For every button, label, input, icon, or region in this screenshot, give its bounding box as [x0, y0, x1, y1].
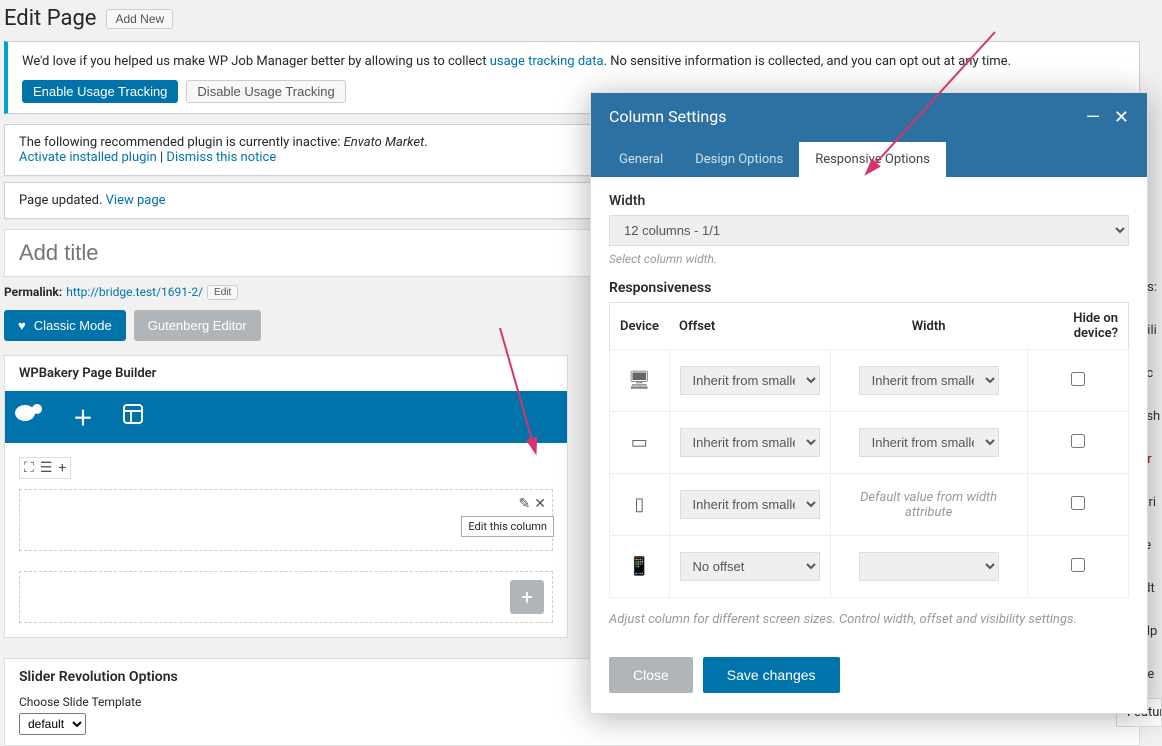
notice-text-prefix: We'd love if you helped us make WP Job M… [22, 54, 490, 69]
responsive-row-tablet-portrait: ▯ Inherit from smaller Default value fro… [610, 474, 1129, 536]
enable-tracking-button[interactable]: Enable Usage Tracking [22, 80, 178, 103]
responsiveness-table: Device Offset Width Hide on device? 🖥 In… [609, 302, 1129, 598]
responsive-row-desktop: 🖥 Inherit from smaller Inherit from smal… [610, 350, 1129, 412]
modal-close-button[interactable]: Close [609, 657, 693, 693]
tablet-portrait-icon: ▯ [634, 494, 644, 515]
tab-responsive-options[interactable]: Responsive Options [799, 142, 946, 177]
wpb-logo-icon [15, 403, 43, 430]
usage-tracking-link[interactable]: usage tracking data [490, 54, 604, 69]
tab-design-options[interactable]: Design Options [679, 142, 799, 177]
hide-checkbox-desktop[interactable] [1071, 372, 1085, 386]
expand-icon[interactable]: ⛶ [24, 460, 34, 476]
responsive-row-tablet-landscape: ▭ Inherit from smaller Inherit from smal… [610, 412, 1129, 474]
classic-mode-button[interactable]: ♥ Classic Mode [4, 310, 126, 341]
modal-save-button[interactable]: Save changes [703, 657, 840, 693]
permalink-label: Permalink: [4, 285, 62, 299]
th-offset: Offset [669, 303, 830, 350]
responsiveness-label: Responsiveness [609, 280, 1129, 296]
wpb-toolbar: ＋ [5, 391, 567, 443]
column-settings-modal: Column Settings — ✕ General Design Optio… [590, 92, 1148, 714]
plugin-name: Envato Market [344, 135, 425, 150]
wpb-title: WPBakery Page Builder [5, 356, 567, 391]
hide-checkbox-tablet-l[interactable] [1071, 434, 1085, 448]
width-select-mobile[interactable] [859, 552, 999, 581]
page-title: Edit Page [4, 6, 96, 31]
close-icon[interactable]: ✕ [1114, 107, 1129, 128]
offset-select-mobile[interactable]: No offset [680, 552, 820, 581]
offset-select-desktop[interactable]: Inherit from smaller [680, 366, 820, 395]
th-hide: Hide on device? [1027, 303, 1128, 350]
modal-title: Column Settings [609, 107, 727, 126]
width-select[interactable]: 12 columns - 1/1 [609, 215, 1129, 246]
desktop-icon: 🖥 [628, 370, 651, 391]
th-device: Device [610, 303, 670, 350]
view-page-link[interactable]: View page [106, 193, 166, 208]
edit-column-icon[interactable]: ✎ [519, 496, 531, 512]
tablet-landscape-icon: ▭ [631, 432, 648, 453]
offset-select-tablet-p[interactable]: Inherit from smaller [680, 490, 820, 519]
add-new-button[interactable]: Add New [106, 9, 173, 29]
permalink-link[interactable]: http://bridge.test/1691-2/ [66, 285, 203, 299]
disable-tracking-button[interactable]: Disable Usage Tracking [186, 80, 345, 103]
responsive-hint: Adjust column for different screen sizes… [609, 612, 1129, 627]
width-hint: Select column width. [609, 252, 1129, 266]
offset-select-tablet-l[interactable]: Inherit from smaller [680, 428, 820, 457]
classic-mode-label: Classic Mode [34, 318, 112, 333]
default-width-text: Default value from width attribute [860, 490, 997, 520]
permalink-edit-button[interactable]: Edit [207, 285, 238, 300]
add-column-icon[interactable]: + [58, 460, 66, 476]
slide-template-select[interactable]: default [19, 713, 86, 735]
hide-checkbox-mobile[interactable] [1071, 558, 1085, 572]
th-width: Width [830, 303, 1027, 350]
tab-general[interactable]: General [603, 142, 679, 177]
page-updated-text: Page updated. [19, 193, 102, 208]
delete-column-icon[interactable]: ✕ [534, 496, 546, 512]
width-select-desktop[interactable]: Inherit from smaller [859, 366, 999, 395]
width-label: Width [609, 193, 1129, 209]
add-icon[interactable]: ＋ [73, 402, 93, 431]
responsive-row-mobile: 📱 No offset [610, 536, 1129, 598]
heart-icon: ♥ [18, 318, 26, 333]
mobile-icon: 📱 [628, 556, 650, 577]
template-icon[interactable] [123, 404, 143, 429]
columns-icon[interactable]: ☰ [40, 460, 53, 476]
add-element-button[interactable]: + [510, 580, 544, 614]
gutenberg-editor-button[interactable]: Gutenberg Editor [134, 310, 261, 341]
notice-text-suffix: . No sensitive information is collected,… [604, 54, 1011, 69]
column-area: ✎ ✕ Edit this column [19, 489, 553, 551]
plugin-text: The following recommended plugin is curr… [19, 135, 344, 150]
edit-column-tooltip: Edit this column [461, 516, 554, 537]
hide-checkbox-tablet-p[interactable] [1071, 496, 1085, 510]
minimize-icon[interactable]: — [1086, 107, 1100, 128]
dismiss-notice-link[interactable]: Dismiss this notice [166, 150, 276, 165]
activate-plugin-link[interactable]: Activate installed plugin [19, 150, 157, 165]
width-select-tablet-l[interactable]: Inherit from smaller [859, 428, 999, 457]
